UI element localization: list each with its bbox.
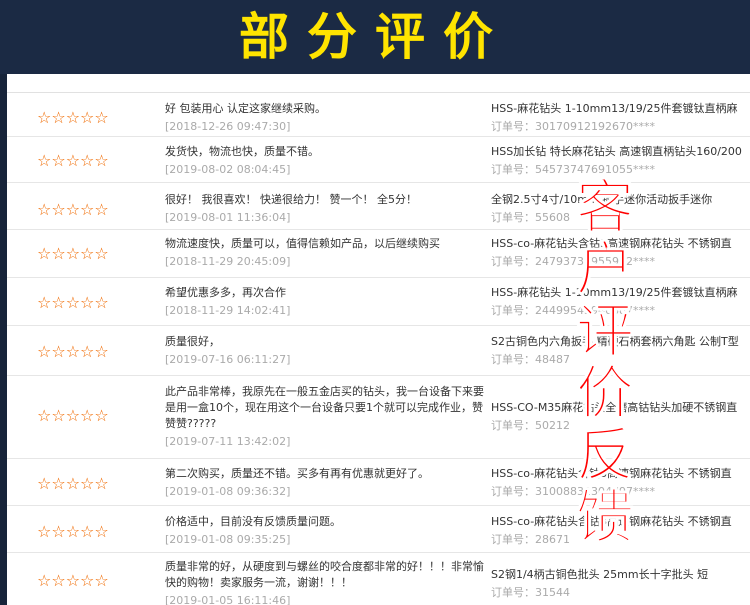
review-date: [2019-07-11 13:42:02] — [165, 435, 291, 448]
review-date: [2019-08-02 08:04:45] — [165, 163, 291, 176]
review-comment: 发货快，物流也快，质量不错。 — [165, 145, 319, 158]
review-comment: 好 包装用心 认定这家继续采购。 — [165, 102, 326, 115]
rating-stars: ☆☆☆☆☆ — [37, 406, 109, 425]
customer-feedback-overlay: 客 户 评 价 反 馈 — [565, 173, 645, 551]
review-date: [2018-11-29 14:02:41] — [165, 304, 291, 317]
rating-stars: ☆☆☆☆☆ — [37, 571, 109, 590]
overlay-char: 价 — [575, 359, 634, 427]
panel-top-bar — [7, 74, 750, 93]
product-link[interactable]: S2钢1/4柄古铜色批头 25mm长十字批头 短 — [491, 567, 750, 583]
review-date: [2019-07-16 06:11:27] — [165, 353, 291, 366]
rating-stars: ☆☆☆☆☆ — [37, 342, 109, 361]
order-number: 订单号：31544 — [491, 586, 570, 599]
review-comment: 希望优惠多多，再次合作 — [165, 286, 286, 299]
review-comment: 物流速度快，质量可以，值得信赖如产品，以后继续购买 — [165, 237, 440, 250]
overlay-char: 户 — [575, 235, 634, 303]
review-date: [2018-12-26 09:47:30] — [165, 120, 291, 133]
review-comment: 质量很好， — [165, 335, 220, 348]
overlay-char: 反 — [575, 421, 634, 489]
review-comment: 质量非常的好，从硬度到与螺丝的咬合度都非常的好！！！非常愉快的购物！卖家服务一流… — [165, 560, 484, 589]
rating-stars: ☆☆☆☆☆ — [37, 200, 109, 219]
review-date: [2019-01-08 09:36:32] — [165, 485, 291, 498]
rating-stars: ☆☆☆☆☆ — [37, 522, 109, 541]
review-date: [2019-08-01 11:36:04] — [165, 211, 291, 224]
review-date: [2018-11-29 20:45:09] — [165, 255, 291, 268]
product-link[interactable]: HSS加长钻 特长麻花钻头 高速钢直柄钻头160/200 — [491, 144, 750, 160]
rating-stars: ☆☆☆☆☆ — [37, 151, 109, 170]
review-date: [2019-01-08 09:35:25] — [165, 533, 291, 546]
review-row: ☆☆☆☆☆ 质量非常的好，从硬度到与螺丝的咬合度都非常的好！！！非常愉快的购物！… — [7, 553, 750, 605]
product-link[interactable]: HSS-麻花钻头 1-10mm13/19/25件套镀钛直柄麻 — [491, 101, 750, 117]
review-comment: 此产品非常棒，我原先在一般五金店买的钻头，我一台设备下来要是用一盒10个，现在用… — [165, 385, 484, 430]
review-row: ☆☆☆☆☆ 好 包装用心 认定这家继续采购。 [2018-12-26 09:47… — [7, 92, 750, 137]
review-comment: 价格适中，目前没有反馈质量问题。 — [165, 515, 341, 528]
rating-stars: ☆☆☆☆☆ — [37, 244, 109, 263]
review-date: [2019-01-05 16:11:46] — [165, 594, 291, 605]
rating-stars: ☆☆☆☆☆ — [37, 108, 109, 127]
rating-stars: ☆☆☆☆☆ — [37, 293, 109, 312]
order-number: 订单号：30170912192670**** — [491, 120, 655, 133]
overlay-char: 馈 — [575, 483, 634, 551]
review-comment: 第二次购买，质量还不错。买多有再有优惠就更好了。 — [165, 467, 429, 480]
review-comment: 很好！ 我很喜欢！ 快递很给力！ 赞一个！ 全5分！ — [165, 193, 417, 206]
overlay-char: 客 — [575, 173, 634, 241]
header-banner: 部分评价 — [0, 0, 750, 74]
banner-title: 部分评价 — [239, 8, 511, 66]
rating-stars: ☆☆☆☆☆ — [37, 474, 109, 493]
overlay-char: 评 — [575, 297, 634, 365]
